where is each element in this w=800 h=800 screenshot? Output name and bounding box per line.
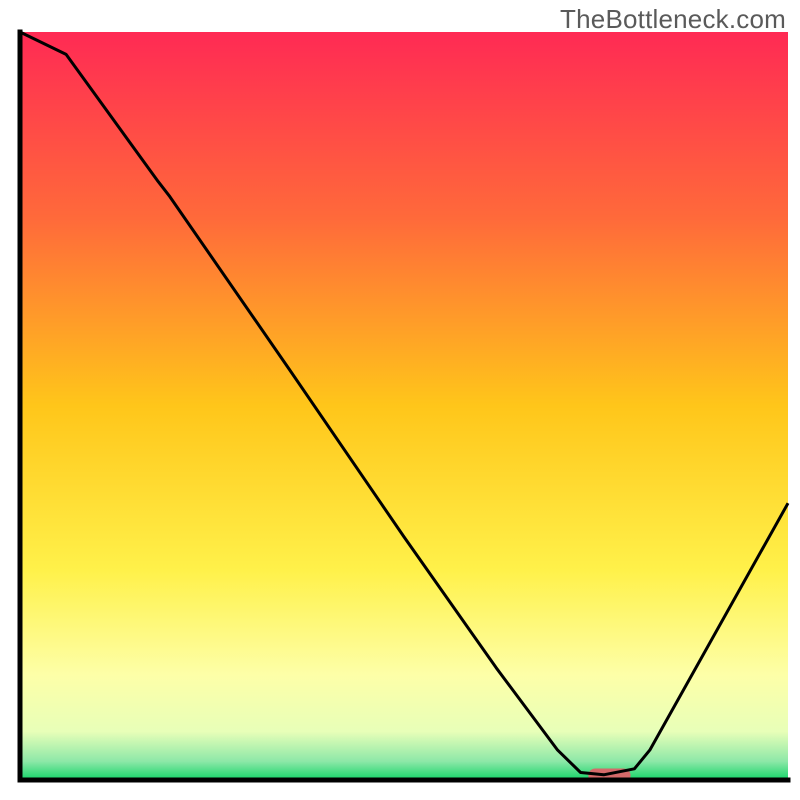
chart-background xyxy=(20,32,788,780)
watermark-text: TheBottleneck.com xyxy=(560,4,786,35)
bottleneck-chart xyxy=(0,0,800,800)
chart-container: TheBottleneck.com xyxy=(0,0,800,800)
